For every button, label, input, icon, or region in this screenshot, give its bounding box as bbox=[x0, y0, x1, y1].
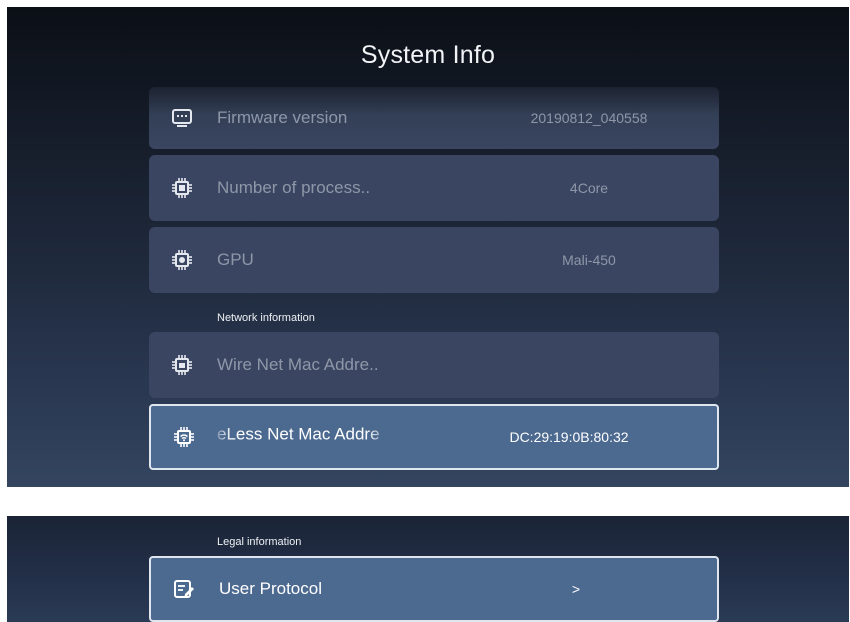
row-user-protocol[interactable]: User Protocol > bbox=[149, 556, 719, 622]
edit-document-icon bbox=[174, 580, 194, 598]
row-label: eLess Net Mac Addre bbox=[217, 425, 387, 450]
row-value: Mali-450 bbox=[562, 252, 616, 268]
gear-chip-icon bbox=[172, 250, 192, 270]
page-title: System Info bbox=[360, 41, 496, 69]
marquee-label: eLess Net Mac Addre bbox=[217, 424, 380, 444]
row-number-of-processors[interactable]: Number of process.. 4Core bbox=[149, 155, 719, 221]
section-label-legal: Legal information bbox=[217, 536, 302, 548]
row-label: Wire Net Mac Addre.. bbox=[217, 355, 379, 374]
row-label: Firmware version bbox=[217, 108, 348, 127]
row-value: 20190812_040558 bbox=[530, 110, 648, 126]
row-value: 4Core bbox=[569, 180, 609, 196]
row-label: Number of process.. bbox=[217, 178, 371, 197]
legal-info-screen: Legal information User Protocol > bbox=[7, 516, 849, 622]
section-label-network: Network information bbox=[217, 312, 315, 324]
row-wired-mac-address[interactable]: Wire Net Mac Addre.. bbox=[149, 332, 719, 398]
row-label: GPU bbox=[217, 250, 254, 269]
row-wireless-mac-address[interactable]: eLess Net Mac Addre DC:29:19:0B:80:32 bbox=[149, 404, 719, 470]
system-info-screen: System Info Firmware version 20190812_04… bbox=[7, 7, 849, 487]
monitor-icon bbox=[172, 109, 192, 127]
row-label: User Protocol bbox=[219, 579, 322, 598]
row-firmware-version[interactable]: Firmware version 20190812_040558 bbox=[149, 87, 719, 149]
row-value: DC:29:19:0B:80:32 bbox=[509, 429, 629, 445]
chevron-right-icon: > bbox=[571, 581, 581, 597]
chip-icon bbox=[172, 178, 192, 198]
wifi-chip-icon bbox=[174, 427, 194, 447]
row-gpu[interactable]: GPU Mali-450 bbox=[149, 227, 719, 293]
ethernet-chip-icon bbox=[172, 355, 192, 375]
